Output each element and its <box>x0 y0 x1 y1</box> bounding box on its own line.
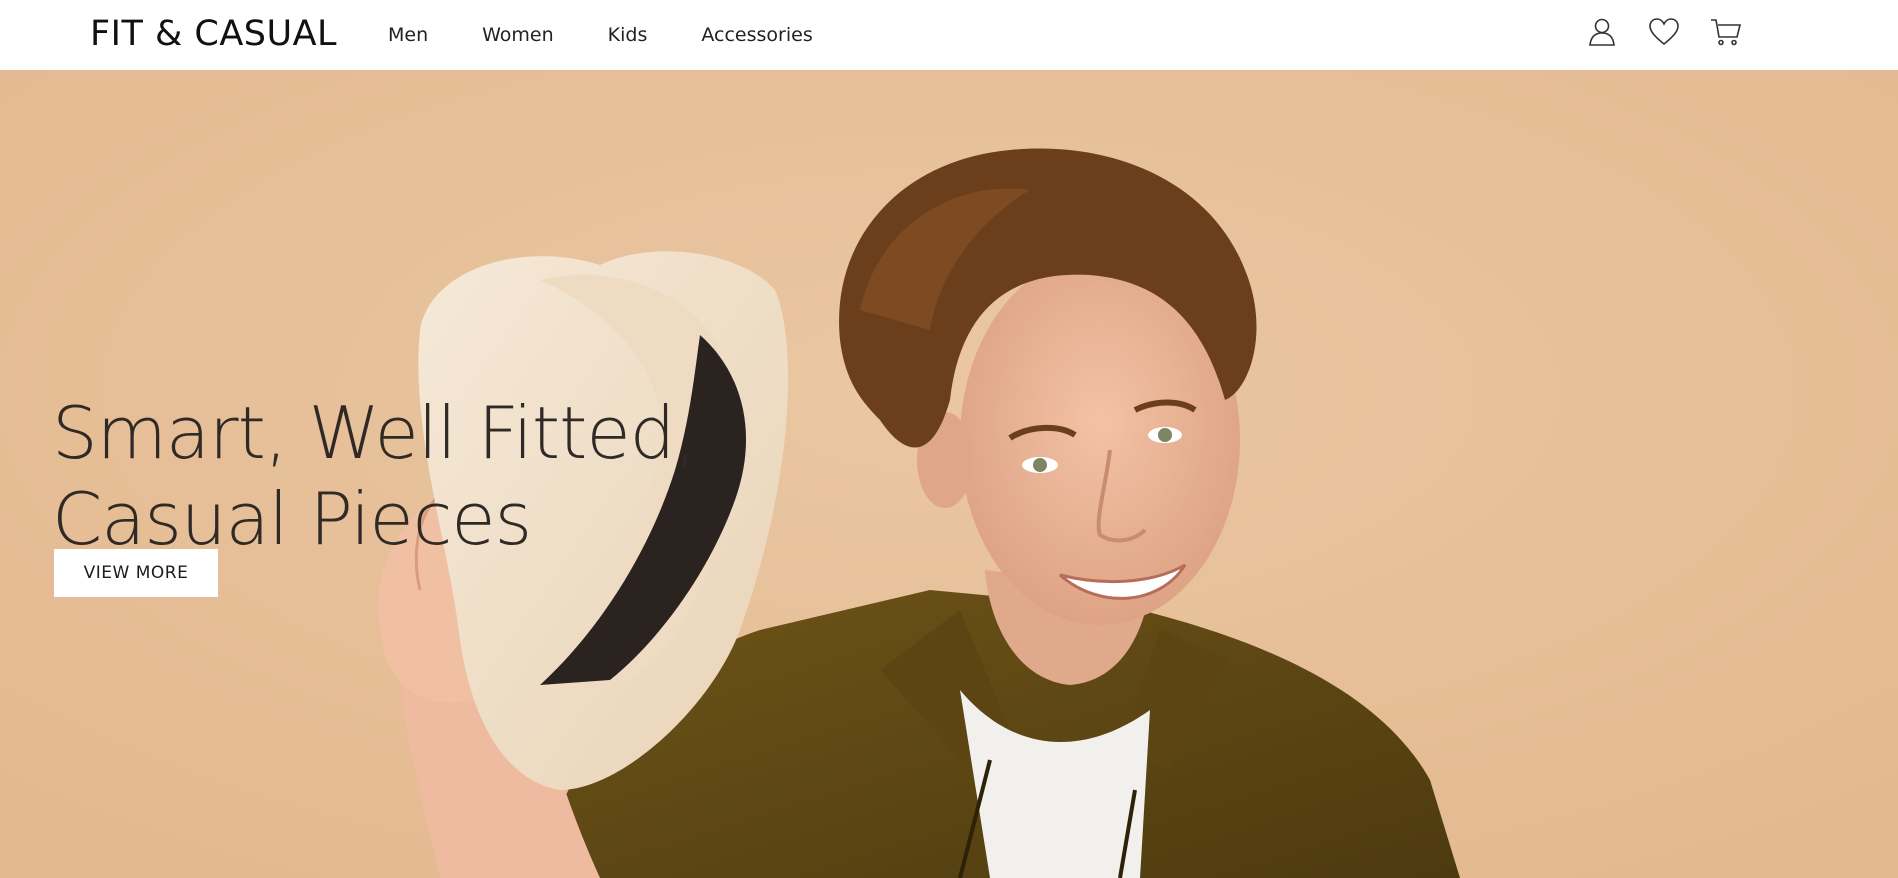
hero-headline-line-1: Smart, Well Fitted, <box>52 391 697 476</box>
hero-headline: Smart, Well Fitted, Casual Pieces <box>52 390 697 562</box>
nav-item-men[interactable]: Men <box>388 22 428 48</box>
nav-item-kids[interactable]: Kids <box>608 22 648 48</box>
brand-logo[interactable]: FIT & CASUAL <box>90 13 337 55</box>
user-icon[interactable] <box>1586 16 1618 48</box>
heart-icon[interactable] <box>1648 16 1680 48</box>
main-nav: Men Women Kids Accessories <box>388 22 867 48</box>
header-actions <box>1586 16 1742 48</box>
nav-item-women[interactable]: Women <box>482 22 554 48</box>
cart-icon[interactable] <box>1710 16 1742 48</box>
page: FIT & CASUAL Men Women Kids Accessories <box>0 0 1898 878</box>
hero-banner: Smart, Well Fitted, Casual Pieces VIEW M… <box>0 70 1898 878</box>
nav-item-accessories[interactable]: Accessories <box>701 22 812 48</box>
site-header: FIT & CASUAL Men Women Kids Accessories <box>0 0 1898 70</box>
view-more-button[interactable]: VIEW MORE <box>54 549 218 597</box>
